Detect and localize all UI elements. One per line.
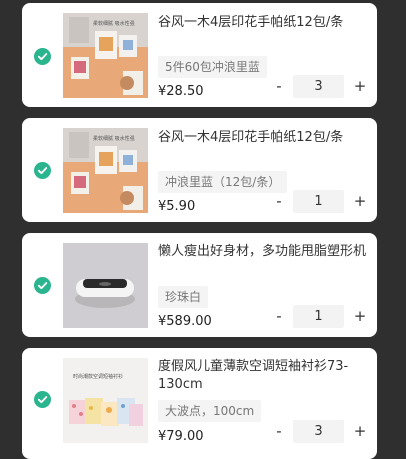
check-circle-icon[interactable] — [34, 391, 51, 408]
product-price: ¥589.00 — [158, 314, 212, 329]
decrease-quantity-button[interactable]: - — [270, 305, 288, 327]
check-circle-icon[interactable] — [34, 48, 51, 65]
quantity-input[interactable]: 3 — [293, 420, 344, 443]
product-price: ¥28.50 — [158, 84, 204, 99]
product-image-tissue[interactable]: 柔软细腻 吸水性强 — [63, 13, 148, 98]
quantity-input[interactable]: 1 — [293, 190, 344, 213]
thumb-caption: 时尚潮款空调短袖衬衫 — [73, 373, 123, 380]
product-price: ¥79.00 — [158, 429, 204, 444]
thumb-caption: 柔软细腻 吸水性强 — [93, 135, 135, 142]
quantity-input[interactable]: 1 — [293, 305, 344, 328]
product-sku[interactable]: 珍珠白 — [158, 286, 209, 308]
increase-quantity-button[interactable]: + — [351, 305, 369, 327]
check-circle-icon[interactable] — [34, 277, 51, 294]
product-image-tissue[interactable]: 柔软细腻 吸水性强 — [63, 128, 148, 213]
product-title[interactable]: 度假风儿童薄款空调短袖衬衫73-130cm — [158, 358, 372, 394]
quantity-input[interactable]: 3 — [293, 75, 344, 98]
product-title[interactable]: 谷风一木4层印花手帕纸12包/条 — [158, 14, 372, 32]
cart-item: 时尚潮款空调短袖衬衫 度假风儿童薄款空调短袖衬衫73-130cm 大波点，100… — [22, 348, 377, 459]
product-image-shirt[interactable]: 时尚潮款空调短袖衬衫 — [63, 358, 148, 443]
product-sku[interactable]: 大波点，100cm — [158, 400, 262, 422]
check-circle-icon[interactable] — [34, 162, 51, 179]
cart-item: 柔软细腻 吸水性强 谷风一木4层印花手帕纸12包/条 5件60包冲浪里蓝 ¥28… — [22, 3, 377, 107]
product-image-shaper[interactable] — [63, 243, 148, 328]
product-title[interactable]: 谷风一木4层印花手帕纸12包/条 — [158, 129, 372, 147]
cart-item: 柔软细腻 吸水性强 谷风一木4层印花手帕纸12包/条 冲浪里蓝（12包/条） ¥… — [22, 118, 377, 222]
cart-item: 懒人瘦出好身材，多功能甩脂塑形机 珍珠白 ¥589.00 - 1 + — [22, 233, 377, 337]
decrease-quantity-button[interactable]: - — [270, 420, 288, 442]
decrease-quantity-button[interactable]: - — [270, 190, 288, 212]
product-sku[interactable]: 5件60包冲浪里蓝 — [158, 56, 267, 78]
product-title[interactable]: 懒人瘦出好身材，多功能甩脂塑形机 — [158, 243, 372, 261]
thumb-caption: 柔软细腻 吸水性强 — [93, 20, 135, 27]
increase-quantity-button[interactable]: + — [351, 75, 369, 97]
increase-quantity-button[interactable]: + — [351, 420, 369, 442]
product-price: ¥5.90 — [158, 199, 196, 214]
increase-quantity-button[interactable]: + — [351, 190, 369, 212]
product-sku[interactable]: 冲浪里蓝（12包/条） — [158, 171, 288, 193]
decrease-quantity-button[interactable]: - — [270, 75, 288, 97]
